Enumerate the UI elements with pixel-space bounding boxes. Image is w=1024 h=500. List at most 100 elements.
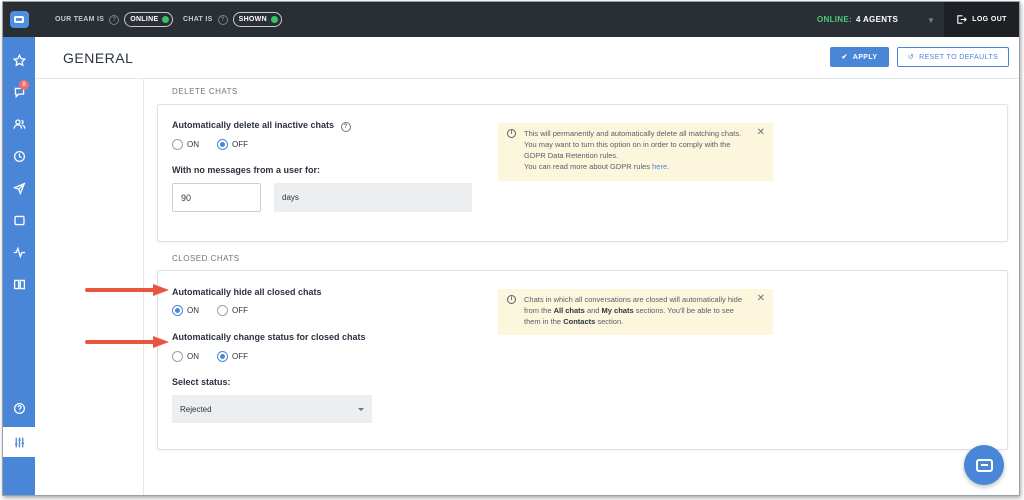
chevron-down-icon[interactable]: ▼ bbox=[927, 16, 935, 25]
close-icon[interactable]: ✕ bbox=[757, 293, 765, 304]
star-icon bbox=[12, 53, 26, 67]
sidebar-item-chats[interactable]: 8 bbox=[3, 80, 35, 104]
send-icon bbox=[12, 181, 26, 195]
archive-icon bbox=[13, 215, 25, 225]
help-icon[interactable]: ? bbox=[109, 14, 120, 25]
help-icon bbox=[13, 402, 25, 414]
info-icon: i bbox=[507, 129, 516, 138]
delete-inactive-label: Automatically delete all inactive chats … bbox=[172, 120, 351, 132]
info-icon: i bbox=[507, 295, 516, 304]
chat-logo-icon bbox=[9, 11, 29, 28]
radio-label-off: OFF bbox=[232, 352, 248, 361]
delete-inactive-on-radio[interactable]: ON bbox=[172, 139, 199, 150]
chat-status-label: CHAT IS bbox=[183, 16, 213, 23]
sidebar-item-reports[interactable] bbox=[3, 240, 35, 264]
logout-label: LOG OUT bbox=[972, 16, 1007, 23]
radio-unchecked-icon bbox=[172, 351, 183, 362]
chat-status-toggle[interactable]: SHOWN bbox=[232, 12, 282, 27]
team-status-toggle[interactable]: ONLINE bbox=[124, 12, 174, 27]
agents-count: 4 AGENTS bbox=[856, 15, 899, 24]
closed-chats-card: Automatically hide all closed chats ON O… bbox=[157, 270, 1008, 450]
history-icon bbox=[13, 150, 25, 162]
hide-closed-label: Automatically hide all closed chats bbox=[172, 287, 322, 297]
logout-button[interactable]: LOG OUT bbox=[944, 2, 1019, 37]
sidebar-item-history[interactable] bbox=[3, 144, 35, 168]
delete-chats-card: Automatically delete all inactive chats … bbox=[157, 104, 1008, 242]
settings-icon bbox=[14, 437, 24, 447]
sidebar: 8 bbox=[3, 37, 35, 496]
sidebar-item-help[interactable] bbox=[3, 396, 35, 420]
agents-dropdown[interactable]: ONLINE: 4 AGENTS bbox=[817, 2, 898, 37]
book-icon bbox=[13, 279, 25, 289]
radio-label-off: OFF bbox=[232, 140, 248, 149]
section-title-closed-chats: CLOSED CHATS bbox=[172, 254, 240, 263]
chat-bubble-icon bbox=[975, 458, 993, 472]
chat-widget-button[interactable] bbox=[964, 445, 1004, 485]
info-bold-all-chats: All chats bbox=[553, 306, 585, 315]
help-icon[interactable]: ? bbox=[340, 122, 351, 132]
logout-icon bbox=[957, 15, 968, 24]
settings-content: DELETE CHATS Automatically delete all in… bbox=[144, 79, 1019, 495]
sidebar-item-settings[interactable] bbox=[3, 427, 35, 457]
radio-label-on: ON bbox=[187, 352, 199, 361]
days-input[interactable]: 90 bbox=[172, 183, 261, 212]
radio-label-off: OFF bbox=[232, 306, 248, 315]
select-status-label: Select status: bbox=[172, 377, 231, 387]
change-status-radio-group: ON OFF bbox=[172, 351, 262, 362]
customers-icon bbox=[13, 118, 25, 129]
change-status-off-radio[interactable]: OFF bbox=[217, 351, 248, 362]
info-text-part: section. bbox=[595, 317, 624, 326]
team-status-group: OUR TEAM IS ? ONLINE bbox=[55, 2, 174, 37]
hide-closed-on-radio[interactable]: ON bbox=[172, 305, 199, 316]
gdpr-info-box: i ✕ This will permanently and automatica… bbox=[498, 123, 773, 181]
radio-unchecked-icon bbox=[172, 139, 183, 150]
page-header: GENERAL ✔ APPLY ↺ RESET TO DEFAULTS bbox=[35, 37, 1019, 79]
annotation-arrow bbox=[85, 336, 169, 348]
chat-status-value: SHOWN bbox=[238, 16, 267, 23]
toggle-on-icon bbox=[162, 16, 170, 23]
hide-closed-radio-group: ON OFF bbox=[172, 305, 262, 316]
hide-closed-off-radio[interactable]: OFF bbox=[217, 305, 248, 316]
radio-checked-icon bbox=[217, 139, 228, 150]
team-status-value: ONLINE bbox=[130, 16, 159, 23]
days-unit: days bbox=[274, 183, 472, 212]
radio-checked-icon bbox=[172, 305, 183, 316]
info-text-part: and bbox=[584, 306, 602, 315]
close-icon[interactable]: ✕ bbox=[757, 127, 765, 138]
check-icon: ✔ bbox=[841, 54, 848, 61]
info-bold-my-chats: My chats bbox=[601, 306, 634, 315]
unread-badge: 8 bbox=[19, 80, 29, 90]
sidebar-item-archives[interactable] bbox=[3, 208, 35, 232]
delete-inactive-off-radio[interactable]: OFF bbox=[217, 139, 248, 150]
apply-label: APPLY bbox=[852, 53, 878, 61]
avatar[interactable] bbox=[9, 495, 30, 496]
sidebar-item-engage[interactable] bbox=[3, 176, 35, 200]
annotation-arrow bbox=[85, 284, 169, 296]
reset-to-defaults-button[interactable]: ↺ RESET TO DEFAULTS bbox=[897, 47, 1009, 67]
undo-icon: ↺ bbox=[907, 54, 915, 61]
chevron-down-icon bbox=[358, 407, 364, 411]
status-select[interactable]: Rejected bbox=[172, 395, 372, 423]
gdpr-info-text2: You can read more about GDPR rules bbox=[524, 162, 653, 171]
gdpr-info-tail: . bbox=[667, 162, 670, 171]
apply-button[interactable]: ✔ APPLY bbox=[830, 47, 889, 67]
gdpr-link[interactable]: here bbox=[652, 162, 667, 171]
app-logo[interactable] bbox=[3, 2, 35, 37]
radio-label-on: ON bbox=[187, 306, 199, 315]
team-status-label: OUR TEAM IS bbox=[55, 16, 105, 23]
section-title-delete-chats: DELETE CHATS bbox=[172, 87, 238, 96]
top-bar: OUR TEAM IS ? ONLINE CHAT IS ? SHOWN ONL… bbox=[3, 2, 1019, 37]
radio-unchecked-icon bbox=[217, 305, 228, 316]
sidebar-item-customers[interactable] bbox=[3, 112, 35, 136]
page-title: GENERAL bbox=[63, 50, 134, 66]
online-label: ONLINE: bbox=[817, 15, 852, 24]
gdpr-info-text: This will permanently and automatically … bbox=[524, 129, 742, 160]
closed-chats-info-box: i ✕ Chats in which all conversations are… bbox=[498, 289, 773, 335]
help-icon[interactable]: ? bbox=[217, 14, 228, 25]
sidebar-item-knowledge[interactable] bbox=[3, 272, 35, 296]
info-bold-contacts: Contacts bbox=[563, 317, 596, 326]
change-status-on-radio[interactable]: ON bbox=[172, 351, 199, 362]
reports-icon bbox=[13, 245, 25, 259]
no-messages-label: With no messages from a user for: bbox=[172, 165, 320, 175]
sidebar-item-starred[interactable] bbox=[3, 48, 35, 72]
